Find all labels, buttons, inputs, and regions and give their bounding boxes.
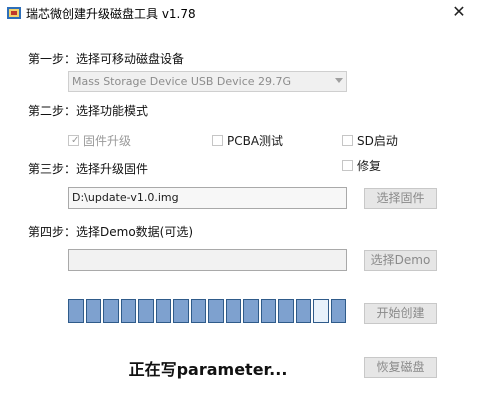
select-demo-button[interactable]: 选择Demo xyxy=(364,250,437,271)
progress-segment xyxy=(85,299,101,323)
pcba-test-label: PCBA测试 xyxy=(227,133,284,148)
step4-label: 第四步：选择Demo数据(可选) xyxy=(28,225,194,239)
checkbox-box: ✓ xyxy=(68,134,80,146)
progress-segment xyxy=(103,299,119,323)
repair-label: 修复 xyxy=(357,158,382,173)
sd-boot-checkbox[interactable]: SD启动 xyxy=(342,132,398,148)
close-button[interactable]: ✕ xyxy=(442,0,476,26)
step3-label: 第三步：选择升级固件 xyxy=(28,162,149,176)
progress-segment xyxy=(330,299,346,323)
progress-segment xyxy=(313,299,329,323)
check-icon: ✓ xyxy=(71,134,80,146)
repair-checkbox[interactable]: 修复 xyxy=(342,157,381,173)
demo-path-field[interactable] xyxy=(68,249,347,271)
chevron-down-icon xyxy=(335,78,343,83)
progress-segment xyxy=(68,299,84,323)
select-firmware-button[interactable]: 选择固件 xyxy=(364,188,437,209)
progress-segment xyxy=(278,299,294,323)
firmware-path-field[interactable]: D:\update-v1.0.img xyxy=(68,187,347,209)
progress-segment xyxy=(225,299,241,323)
firmware-path-value: D:\update-v1.0.img xyxy=(72,191,179,204)
checkbox-box xyxy=(342,159,353,171)
checkbox-box xyxy=(212,134,223,146)
progress-segment xyxy=(208,299,224,323)
progress-segment xyxy=(295,299,311,323)
sd-boot-label: SD启动 xyxy=(357,133,398,148)
restore-disk-button[interactable]: 恢复磁盘 xyxy=(364,357,437,378)
checkbox-box xyxy=(342,134,353,146)
step2-label: 第二步：选择功能模式 xyxy=(28,104,149,118)
progress-segment xyxy=(173,299,189,323)
device-select[interactable]: Mass Storage Device USB Device 29.7G xyxy=(68,71,347,92)
firmware-upgrade-label: 固件升级 xyxy=(83,133,132,148)
firmware-upgrade-checkbox[interactable]: ✓ 固件升级 xyxy=(68,132,131,148)
progress-segment xyxy=(120,299,136,323)
window-title: 瑞芯微创建升级磁盘工具 v1.78 xyxy=(26,7,196,21)
pcba-test-checkbox[interactable]: PCBA测试 xyxy=(212,132,283,148)
progress-segment xyxy=(155,299,171,323)
start-create-button[interactable]: 开始创建 xyxy=(364,303,437,324)
progress-segment xyxy=(190,299,206,323)
device-select-value: Mass Storage Device USB Device 29.7G xyxy=(72,75,292,88)
step1-label: 第一步：选择可移动磁盘设备 xyxy=(28,52,185,66)
progress-segment xyxy=(260,299,276,323)
app-icon xyxy=(7,7,21,19)
progress-segment xyxy=(138,299,154,323)
title-bar: 瑞芯微创建升级磁盘工具 v1.78 ✕ xyxy=(0,0,480,26)
progress-segment xyxy=(243,299,259,323)
progress-bar xyxy=(68,299,346,323)
status-text: 正在写parameter... xyxy=(128,360,288,379)
